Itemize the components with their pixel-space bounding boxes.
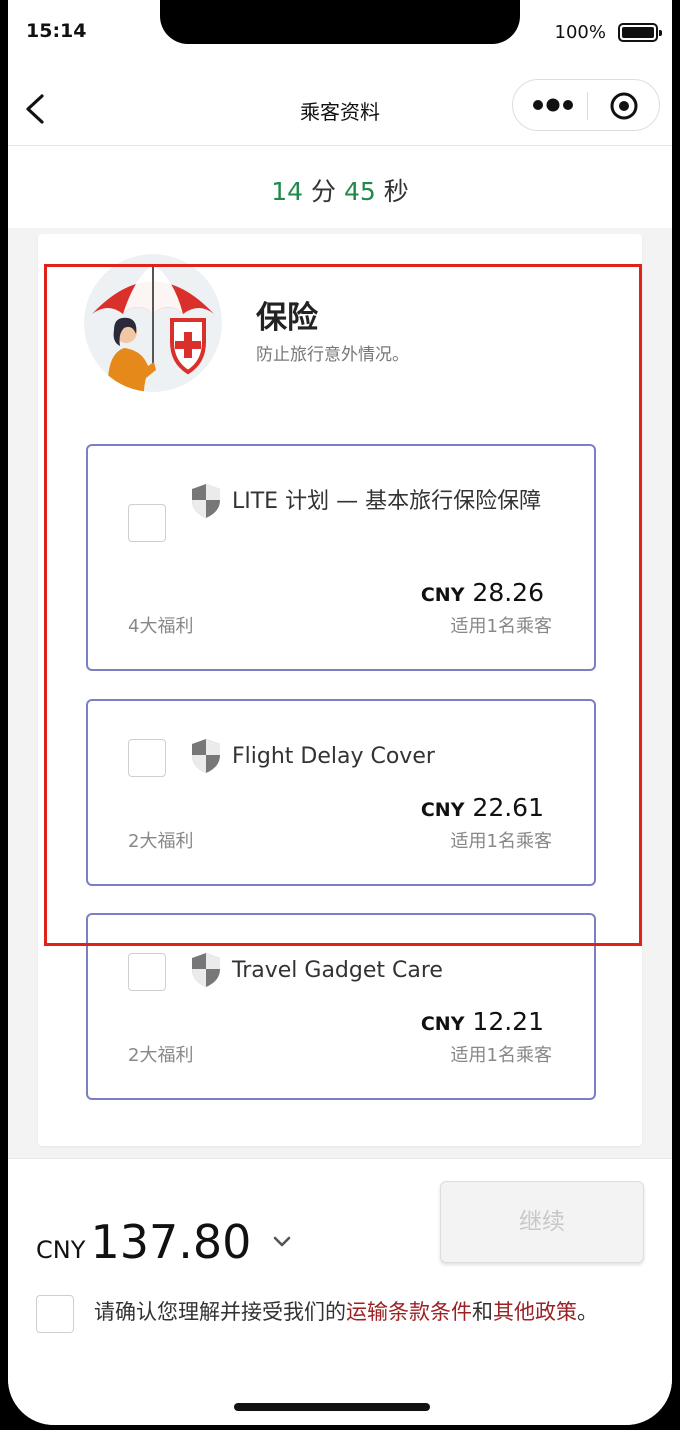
- close-target-icon[interactable]: [609, 91, 639, 121]
- plan-checkbox[interactable]: [128, 953, 166, 991]
- total-currency: CNY: [36, 1236, 86, 1264]
- plan-checkbox[interactable]: [128, 504, 166, 542]
- shield-icon: [192, 484, 220, 518]
- plan-benefits: 2大福利: [128, 831, 194, 852]
- plan-per-passenger: 适用1名乘客: [450, 831, 552, 852]
- battery-percent: 100%: [554, 22, 606, 43]
- plan-price: CNY 28.26: [421, 578, 544, 607]
- status-time: 15:14: [26, 20, 87, 42]
- plan-per-passenger: 适用1名乘客: [450, 1045, 552, 1066]
- plan-benefits: 4大福利: [128, 616, 194, 637]
- plan-currency: CNY: [420, 1013, 465, 1035]
- plan-amount: 22.61: [472, 793, 544, 822]
- timer-sec-unit: 秒: [383, 177, 409, 206]
- shield-icon: [192, 739, 220, 773]
- notch: [160, 0, 520, 44]
- plan-name: LITE 计划 — 基本旅行保险保障: [232, 489, 542, 514]
- timer-seconds: 45: [343, 177, 376, 206]
- terms-link-other[interactable]: 其他政策: [493, 1300, 577, 1324]
- countdown-timer: 14 分 45 秒: [8, 146, 672, 228]
- nav-bar: 乘客资料: [8, 70, 672, 146]
- plan-currency: CNY: [420, 584, 465, 606]
- plan-name: Travel Gadget Care: [232, 958, 443, 983]
- plan-price: CNY 22.61: [421, 793, 544, 822]
- plan-per-passenger: 适用1名乘客: [450, 616, 552, 637]
- insurance-title: 保险: [256, 300, 318, 336]
- terms-prefix: 请确认您理解并接受我们的: [94, 1300, 346, 1324]
- umbrella-insurance-illustration: [84, 254, 222, 392]
- insurance-plan-option[interactable]: Travel Gadget Care CNY 12.21 2大福利 适用1名乘客: [86, 913, 596, 1100]
- plan-amount: 12.21: [472, 1007, 544, 1036]
- total-price: CNY 137.80: [36, 1215, 251, 1269]
- insurance-subtitle: 防止旅行意外情况。: [256, 345, 409, 365]
- terms-link-carriage[interactable]: 运输条款条件: [346, 1300, 472, 1324]
- terms-text: 请确认您理解并接受我们的运输条款条件和其他政策。: [94, 1289, 614, 1335]
- terms-checkbox[interactable]: [36, 1295, 74, 1333]
- plan-price: CNY 12.21: [421, 1007, 544, 1036]
- mini-program-capsule: [512, 79, 660, 131]
- plan-amount: 28.26: [472, 578, 544, 607]
- plan-checkbox[interactable]: [128, 739, 166, 777]
- plan-currency: CNY: [420, 799, 465, 821]
- more-icon[interactable]: [531, 94, 575, 116]
- total-amount: 137.80: [90, 1215, 252, 1269]
- battery-icon: [618, 23, 662, 42]
- phone-screen: 15:14 100% 乘客资料 14 分 45 秒 保险 防止旅行意外情况。 L…: [8, 0, 672, 1425]
- insurance-plan-option[interactable]: Flight Delay Cover CNY 22.61 2大福利 适用1名乘客: [86, 699, 596, 886]
- timer-minutes: 14: [271, 177, 304, 206]
- timer-min-unit: 分: [311, 177, 337, 206]
- insurance-plan-option[interactable]: LITE 计划 — 基本旅行保险保障 CNY 28.26 4大福利 适用1名乘客: [86, 444, 596, 671]
- bottom-bar: CNY 137.80 继续 请确认您理解并接受我们的运输条款条件和其他政策。: [8, 1158, 672, 1425]
- terms-suffix: 。: [577, 1300, 598, 1324]
- continue-button[interactable]: 继续: [440, 1181, 644, 1263]
- terms-and: 和: [472, 1300, 493, 1324]
- shield-icon: [192, 953, 220, 987]
- plan-name: Flight Delay Cover: [232, 744, 435, 769]
- chevron-down-icon[interactable]: [270, 1229, 294, 1253]
- plan-benefits: 2大福利: [128, 1045, 194, 1066]
- home-indicator[interactable]: [234, 1403, 430, 1411]
